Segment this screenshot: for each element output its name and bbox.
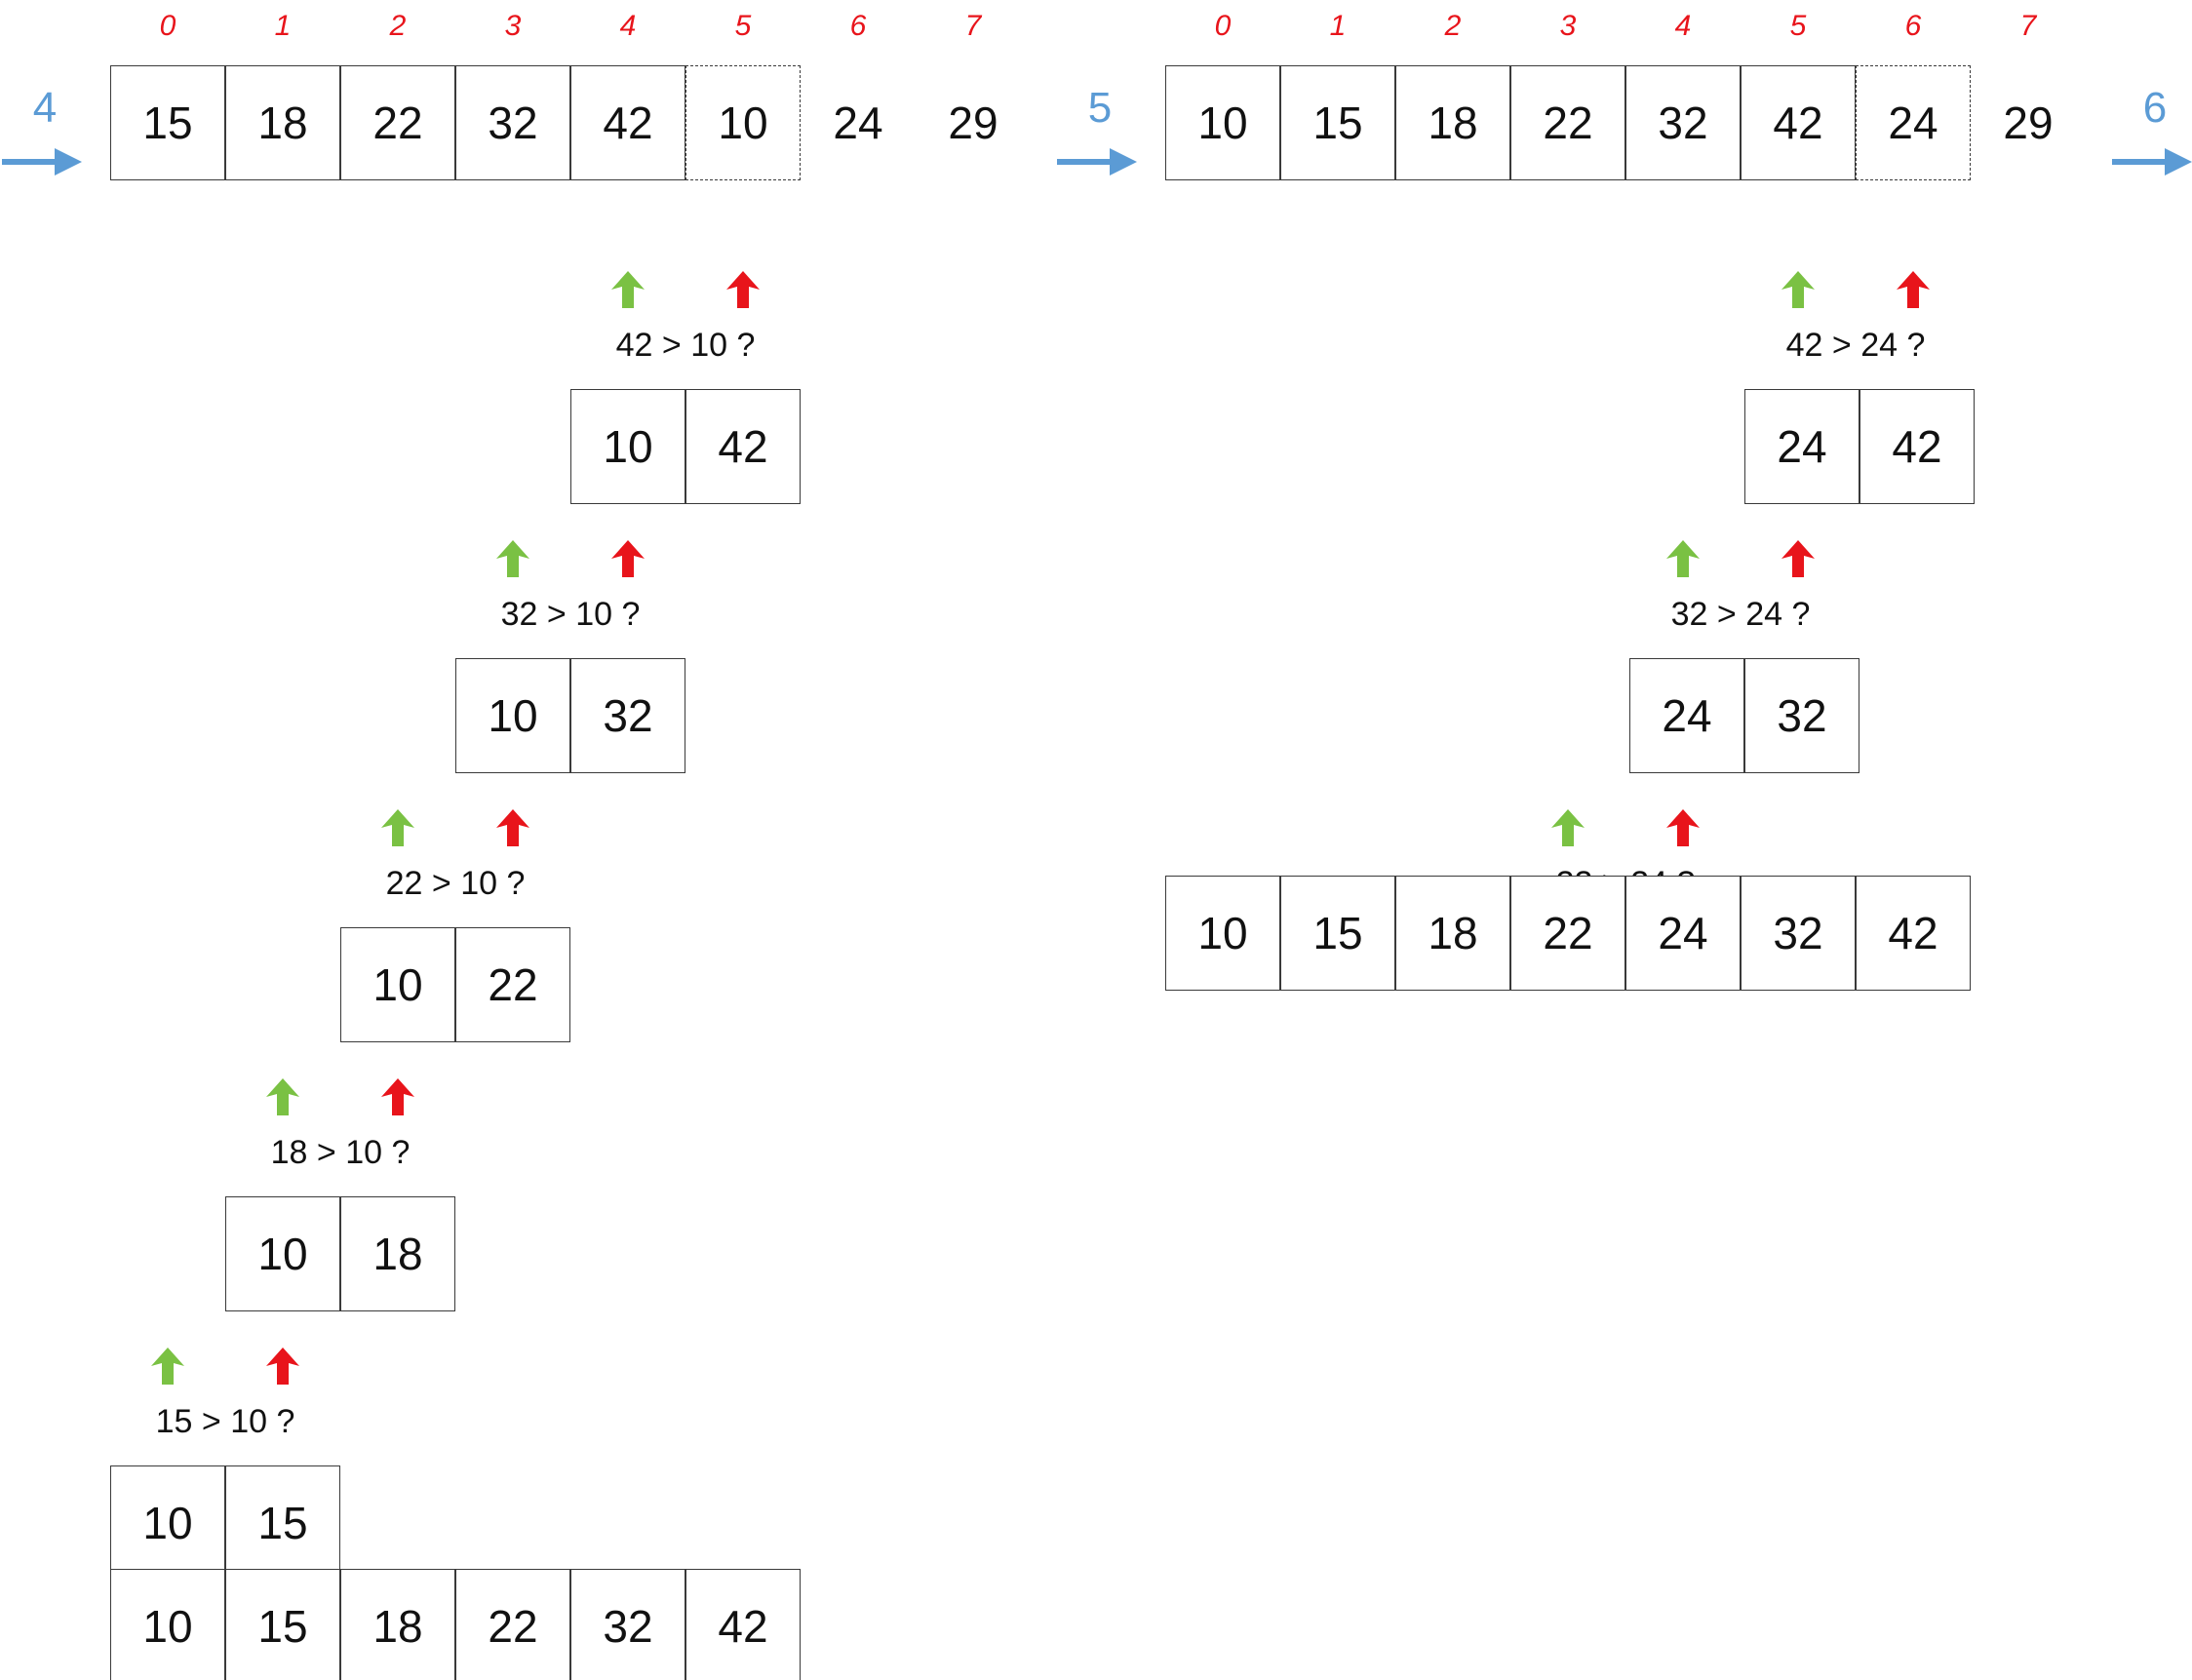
- index-label: 6: [1904, 10, 1922, 42]
- swap-cell: 10: [225, 1196, 340, 1311]
- result-cell: 18: [1395, 876, 1510, 991]
- array-cell: 15: [110, 65, 225, 180]
- compare-right-arrow: [611, 540, 645, 577]
- array-cell: 15: [1280, 65, 1395, 180]
- index-label: 1: [1329, 10, 1347, 42]
- compare-left-arrow: [381, 809, 414, 846]
- result-cell: 22: [455, 1569, 570, 1680]
- index-label: 3: [504, 10, 522, 42]
- compare-right-arrow: [1781, 540, 1815, 577]
- array-cell: 10: [1165, 65, 1280, 180]
- step-arrow-6-icon: [2112, 148, 2192, 176]
- swap-cell: 10: [455, 658, 570, 773]
- swap-cell: 42: [685, 389, 801, 504]
- index-label: 4: [1674, 10, 1692, 42]
- index-label: 1: [274, 10, 292, 42]
- array-cell: 32: [1625, 65, 1741, 180]
- step-arrow-6-label: 6: [2142, 84, 2168, 132]
- comparison-label: 32 > 24 ?: [1670, 596, 1811, 633]
- result-cell: 32: [570, 1569, 685, 1680]
- index-label: 3: [1559, 10, 1577, 42]
- step-arrow-5-icon: [1057, 148, 1137, 176]
- swap-cell: 10: [570, 389, 685, 504]
- index-label: 5: [734, 10, 752, 42]
- array-cell: 42: [570, 65, 685, 180]
- result-cell: 42: [685, 1569, 801, 1680]
- index-label: 0: [159, 10, 176, 42]
- compare-left-arrow: [1781, 271, 1815, 308]
- compare-left-arrow: [1666, 540, 1700, 577]
- comparison-label: 42 > 24 ?: [1785, 327, 1926, 364]
- result-cell: 10: [110, 1569, 225, 1680]
- compare-right-arrow: [496, 809, 529, 846]
- compare-right-arrow: [1897, 271, 1930, 308]
- result-cell: 24: [1625, 876, 1741, 991]
- result-cell: 42: [1856, 876, 1971, 991]
- compare-left-arrow: [1551, 809, 1585, 846]
- result-cell: 18: [340, 1569, 455, 1680]
- swap-cell: 42: [1859, 389, 1975, 504]
- compare-left-arrow: [266, 1078, 299, 1115]
- index-label: 6: [849, 10, 867, 42]
- index-label: 0: [1214, 10, 1232, 42]
- index-label: 2: [1444, 10, 1462, 42]
- comparison-label: 32 > 10 ?: [500, 596, 641, 633]
- index-label: 2: [389, 10, 407, 42]
- array-cell: 24: [833, 98, 883, 148]
- swap-cell: 22: [455, 927, 570, 1042]
- index-label: 4: [619, 10, 637, 42]
- swap-cell: 15: [225, 1465, 340, 1581]
- array-cell: 42: [1741, 65, 1856, 180]
- index-label: 7: [2019, 10, 2037, 42]
- array-cell: 10: [685, 65, 801, 180]
- swap-cell: 32: [1744, 658, 1859, 773]
- result-cell: 10: [1165, 876, 1280, 991]
- swap-cell: 18: [340, 1196, 455, 1311]
- swap-cell: 24: [1629, 658, 1744, 773]
- result-cell: 15: [225, 1569, 340, 1680]
- insertion-sort-diagram: 0 1 2 3 4 5 6 7 15 18 22 32 42 10 24 29 42 > 10 ? 10 42 32 …: [0, 0, 2192, 1680]
- step-arrow-4-label: 4: [32, 84, 58, 132]
- result-cell: 22: [1510, 876, 1625, 991]
- compare-left-arrow: [496, 540, 529, 577]
- array-cell: 18: [1395, 65, 1510, 180]
- array-cell: 22: [1510, 65, 1625, 180]
- compare-right-arrow: [381, 1078, 414, 1115]
- index-label: 7: [964, 10, 982, 42]
- comparison-label: 22 > 10 ?: [385, 865, 526, 902]
- array-cell: 22: [340, 65, 455, 180]
- swap-cell: 10: [340, 927, 455, 1042]
- step-arrow-5-label: 5: [1087, 84, 1113, 132]
- compare-right-arrow: [726, 271, 760, 308]
- compare-left-arrow: [151, 1348, 184, 1385]
- compare-left-arrow: [611, 271, 645, 308]
- array-cell: 24: [1856, 65, 1971, 180]
- array-cell: 18: [225, 65, 340, 180]
- comparison-label: 15 > 10 ?: [155, 1403, 295, 1440]
- result-cell: 32: [1741, 876, 1856, 991]
- compare-right-arrow: [1666, 809, 1700, 846]
- swap-cell: 32: [570, 658, 685, 773]
- compare-right-arrow: [266, 1348, 299, 1385]
- index-label: 5: [1789, 10, 1807, 42]
- swap-cell: 10: [110, 1465, 225, 1581]
- step-arrow-4-icon: [2, 148, 82, 176]
- comparison-label: 18 > 10 ?: [270, 1134, 411, 1171]
- result-cell: 15: [1280, 876, 1395, 991]
- comparison-label: 42 > 10 ?: [615, 327, 756, 364]
- array-cell: 29: [948, 98, 998, 148]
- swap-cell: 24: [1744, 389, 1859, 504]
- array-cell: 29: [2003, 98, 2054, 148]
- array-cell: 32: [455, 65, 570, 180]
